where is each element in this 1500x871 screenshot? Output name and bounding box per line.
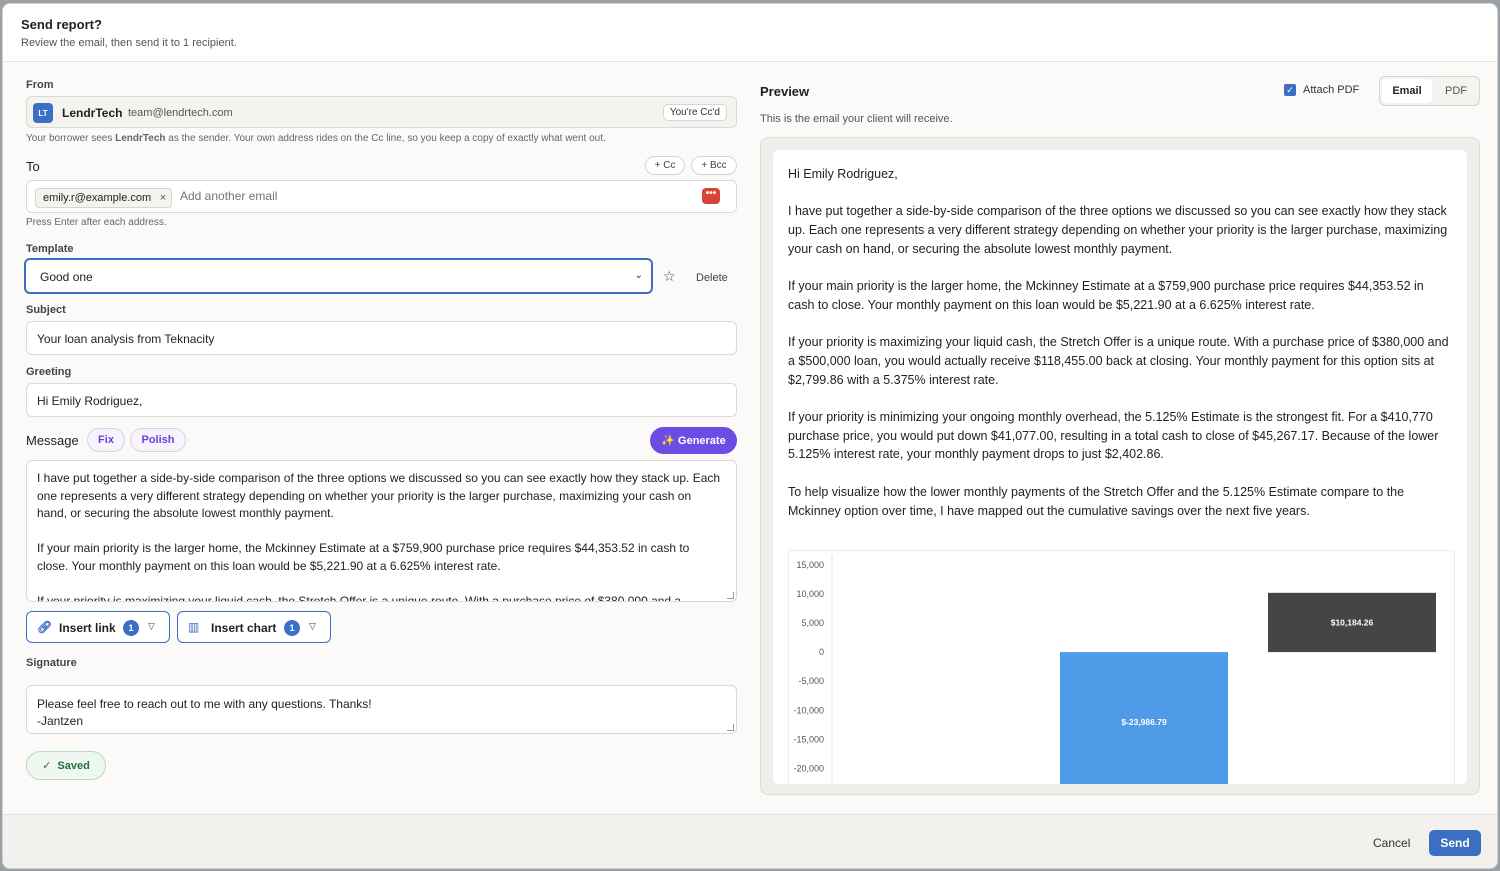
bar-value-label: $10,184.26 (1331, 617, 1374, 627)
template-selected-value: Good one (40, 270, 93, 284)
from-hint-bold: LendrTech (115, 133, 166, 144)
to-field: emily.r@example.com × ••• (26, 180, 737, 213)
avatar: LT (33, 103, 53, 123)
tab-pdf[interactable]: PDF (1433, 79, 1479, 103)
dialog-subtitle: Review the email, then send it to 1 reci… (21, 37, 237, 49)
message-body: I have put together a side-by-side compa… (37, 471, 721, 602)
from-hint-pre: Your borrower sees (26, 133, 116, 144)
dialog-header: Send report? Review the email, then send… (3, 4, 1497, 62)
preview-paragraph: If your priority is minimizing your ongo… (788, 410, 1439, 462)
recipient-chip: emily.r@example.com × (35, 188, 173, 208)
preview-greeting: Hi Emily Rodriguez, (788, 167, 898, 181)
from-hint-post: as the sender. Your own address rides on… (165, 133, 606, 144)
from-hint: Your borrower sees LendrTech as the send… (26, 133, 606, 144)
y-tick-label: -10,000 (793, 705, 824, 715)
send-report-dialog: Send report? Review the email, then send… (2, 3, 1498, 869)
cc-badge: You're Cc'd (662, 104, 727, 121)
preview-panel: Hi Emily Rodriguez, I have put together … (760, 137, 1480, 795)
add-bcc-button[interactable]: + Bcc (691, 156, 737, 175)
generate-button[interactable]: ✨ Generate (650, 427, 737, 454)
bar-value-label: $-23,986.79 (1121, 717, 1167, 727)
insert-link-button[interactable]: 🔗︎ Insert link 1 ▽ (26, 611, 170, 643)
y-tick-label: 15,000 (796, 560, 824, 570)
savings-chart: 15,000 10,000 5,000 0 -5,000 -10,000 -15,000 -2… (788, 550, 1455, 784)
chevron-down-icon: ⌄ (634, 270, 643, 281)
subject-input[interactable]: Your loan analysis from Teknacity (26, 321, 737, 355)
greeting-value: Hi Emily Rodriguez, (37, 394, 143, 408)
y-tick-label: -5,000 (798, 676, 824, 686)
message-label: Message (26, 433, 79, 448)
polish-button[interactable]: Polish (130, 428, 186, 452)
preview-paragraph: If your main priority is the larger home… (788, 279, 1424, 312)
tab-email[interactable]: Email (1382, 79, 1432, 103)
template-select[interactable]: Good one ⌄ (24, 258, 653, 294)
greeting-input[interactable]: Hi Emily Rodriguez, (26, 383, 737, 417)
recipient-chip-label: emily.r@example.com (43, 192, 152, 204)
insert-chart-label: Insert chart (211, 621, 277, 635)
link-count-badge: 1 (123, 620, 139, 636)
y-tick-label: -15,000 (793, 734, 824, 744)
resize-handle-icon[interactable] (727, 724, 734, 731)
saved-label: Saved (57, 759, 90, 772)
attach-pdf-checkbox[interactable]: ✓ Attach PDF (1284, 84, 1359, 96)
preview-mode-toggle: Email PDF (1379, 76, 1480, 106)
signature-label: Signature (26, 657, 77, 669)
signature-value: Please feel free to reach out to me with… (37, 697, 372, 728)
sender-email: team@lendrtech.com (128, 107, 233, 119)
email-preview-body: Hi Emily Rodriguez, I have put together … (788, 165, 1451, 539)
chevron-down-icon: ▽ (309, 621, 316, 631)
checkbox-checked-icon[interactable]: ✓ (1284, 84, 1296, 96)
remove-recipient-icon[interactable]: × (160, 189, 166, 207)
template-label: Template (26, 243, 74, 255)
from-field: LT LendrTech team@lendrtech.com You're C… (26, 96, 737, 128)
to-label: To (26, 159, 40, 174)
bar-chart-icon: ▥ (188, 620, 200, 634)
preview-paragraph: If your priority is maximizing your liqu… (788, 335, 1449, 387)
add-cc-button[interactable]: + Cc (645, 156, 685, 175)
chart-count-badge: 1 (284, 620, 300, 636)
preview-paragraph: I have put together a side-by-side compa… (788, 204, 1448, 256)
subject-label: Subject (26, 304, 66, 316)
subject-value: Your loan analysis from Teknacity (37, 332, 215, 346)
preview-title: Preview (760, 84, 810, 99)
to-hint: Press Enter after each address. (26, 217, 167, 228)
star-icon[interactable]: ☆ (663, 268, 676, 285)
from-label: From (26, 79, 54, 91)
email-preview: Hi Emily Rodriguez, I have put together … (773, 150, 1467, 784)
resize-handle-icon[interactable] (727, 592, 734, 599)
y-tick-label: -20,000 (793, 763, 824, 773)
preview-subtitle: This is the email your client will recei… (760, 113, 953, 125)
preview-paragraph: To help visualize how the lower monthly … (788, 484, 1405, 518)
dialog-footer (3, 814, 1497, 868)
cancel-button[interactable]: Cancel (1373, 836, 1410, 850)
insert-link-label: Insert link (59, 621, 116, 635)
check-icon: ✓ (42, 760, 52, 772)
chevron-down-icon: ▽ (148, 621, 155, 631)
dialog-title: Send report? (21, 17, 102, 32)
sender-name: LendrTech (62, 106, 123, 120)
fix-button[interactable]: Fix (87, 428, 125, 452)
greeting-label: Greeting (26, 366, 72, 378)
savings-chart-svg: 15,000 10,000 5,000 0 -5,000 -10,000 -15,000 -2… (793, 555, 1436, 784)
send-button[interactable]: Send (1429, 830, 1481, 856)
add-email-input[interactable] (180, 189, 580, 203)
dots-icon[interactable]: ••• (702, 188, 720, 204)
y-tick-label: 0 (819, 647, 824, 657)
message-textarea[interactable]: I have put together a side-by-side compa… (26, 460, 737, 602)
signature-textarea[interactable]: Please feel free to reach out to me with… (26, 685, 737, 734)
y-tick-label: 10,000 (796, 589, 824, 599)
insert-chart-button[interactable]: ▥ Insert chart 1 ▽ (177, 611, 331, 643)
delete-template-button[interactable]: Delete (696, 272, 728, 284)
y-tick-label: 5,000 (801, 618, 824, 628)
attach-pdf-label: Attach PDF (1303, 84, 1360, 96)
link-icon: 🔗︎ (37, 620, 53, 634)
saved-badge: ✓ Saved (26, 751, 106, 780)
